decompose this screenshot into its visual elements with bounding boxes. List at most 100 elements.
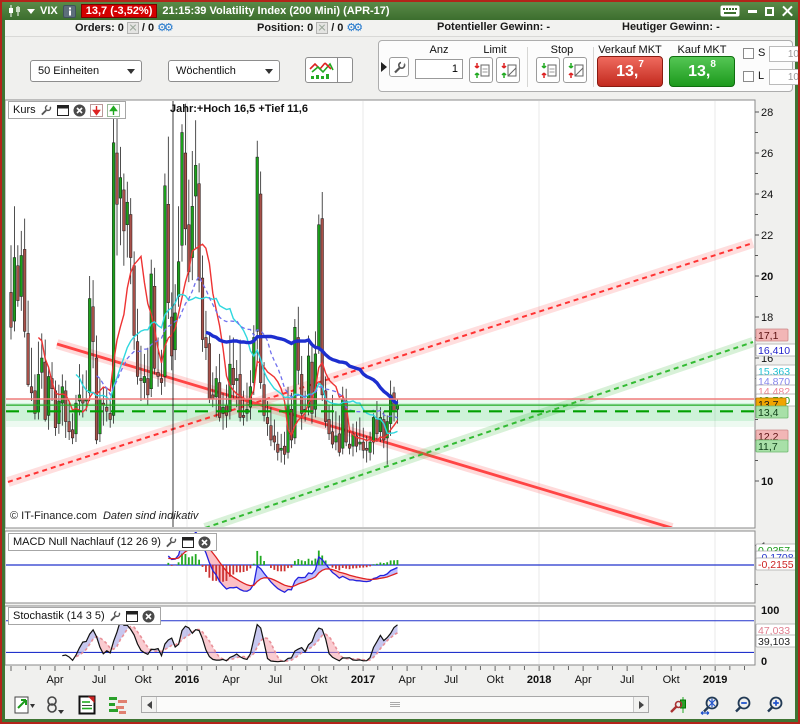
- chart-canvas[interactable]: 2826242220181614121011000AprJulOkt2016Ap…: [5, 97, 795, 690]
- scroll-right-icon[interactable]: [633, 697, 648, 712]
- quantity-input[interactable]: [415, 59, 463, 79]
- buy-market-button[interactable]: 13, 8: [669, 56, 735, 87]
- wrench-icon[interactable]: [164, 535, 178, 549]
- chart-area[interactable]: 2826242220181614121011000AprJulOkt2016Ap…: [5, 97, 795, 690]
- stoch-panel-header: Stochastik (14 3 5): [8, 607, 161, 625]
- svg-text:Apr: Apr: [399, 674, 416, 686]
- buy-arrow-icon[interactable]: [107, 103, 121, 117]
- window-icon[interactable]: [125, 609, 139, 623]
- copyright-notice: © IT-Finance.com Daten sind indikativ: [10, 510, 199, 522]
- wrench-icon[interactable]: [108, 609, 122, 623]
- market-depth-icon[interactable]: [106, 694, 130, 716]
- chart-toolbar: 50 Einheiten Wöchentlich Anz 1 Limit Sto…: [5, 37, 798, 97]
- scroll-left-icon[interactable]: [142, 697, 157, 712]
- order-settings-button[interactable]: [389, 57, 409, 77]
- svg-text:Apr: Apr: [575, 674, 592, 686]
- sell-market-button[interactable]: 13, 7: [597, 56, 663, 87]
- orders-status: Orders: 0 / 0 ⚙⚙: [75, 21, 174, 34]
- orders-cancel-icon[interactable]: [126, 21, 139, 34]
- chart-type-icon[interactable]: [305, 57, 338, 83]
- units-dropdown[interactable]: 50 Einheiten: [30, 60, 142, 82]
- symbol-dropdown-icon[interactable]: [27, 8, 35, 14]
- svg-text:Apr: Apr: [46, 674, 63, 686]
- today-profit: Heutiger Gewinn: -: [622, 21, 720, 33]
- position-settings-icon[interactable]: ⚙⚙: [346, 21, 363, 34]
- limit-value-input[interactable]: [769, 69, 798, 85]
- limit-sell-order-button[interactable]: [469, 57, 493, 83]
- stop-sell-order-button[interactable]: [536, 57, 560, 83]
- svg-text:2017: 2017: [351, 674, 375, 686]
- position-close-icon[interactable]: [316, 21, 329, 34]
- order-entry-panel: Anz Limit Stop Verkauf MKT: [378, 40, 798, 92]
- info-icon[interactable]: [62, 4, 76, 18]
- chevron-down-icon: [127, 68, 135, 74]
- orders-settings-icon[interactable]: ⚙⚙: [157, 21, 174, 34]
- kurs-panel-title: Kurs: [13, 104, 36, 116]
- svg-text:10: 10: [761, 476, 773, 488]
- close-icon[interactable]: [73, 103, 87, 117]
- svg-text:Jul: Jul: [620, 674, 634, 686]
- keyboard-icon[interactable]: [720, 5, 740, 17]
- collapse-panel-icon[interactable]: [381, 62, 387, 72]
- macd-panel-header: MACD Null Nachlauf (12 26 9): [8, 533, 217, 551]
- stop-buy-order-button[interactable]: [563, 57, 587, 83]
- price-badge: 17,1: [755, 328, 789, 342]
- svg-text:Okt: Okt: [487, 674, 504, 686]
- stop-checkbox[interactable]: [743, 48, 754, 59]
- window-icon[interactable]: [181, 535, 195, 549]
- close-icon[interactable]: [198, 535, 212, 549]
- svg-text:24: 24: [761, 189, 773, 201]
- chart-settings-icon[interactable]: [667, 694, 691, 716]
- news-icon[interactable]: [75, 694, 99, 716]
- window-icon[interactable]: [56, 103, 70, 117]
- svg-text:28: 28: [761, 107, 773, 119]
- wrench-icon[interactable]: [39, 103, 53, 117]
- limit-buy-order-button[interactable]: [496, 57, 520, 83]
- chart-type-dropdown-icon[interactable]: [338, 57, 353, 83]
- stop-label: Stop: [550, 44, 574, 56]
- minimize-button[interactable]: [748, 9, 757, 13]
- trading-window: VIX 13,7 (-3,52%) 21:15:39 Volatility In…: [0, 0, 800, 724]
- limit-checkbox[interactable]: [743, 71, 754, 82]
- stop-value-input[interactable]: [769, 46, 798, 62]
- svg-text:Jul: Jul: [92, 674, 106, 686]
- svg-text:39,103: 39,103: [758, 636, 790, 648]
- l-label: L: [758, 70, 765, 82]
- link-icon[interactable]: [44, 694, 68, 716]
- chevron-down-icon: [265, 68, 273, 74]
- export-icon[interactable]: [13, 694, 37, 716]
- position-count: 0: [307, 21, 314, 34]
- zoom-fit-icon[interactable]: [699, 694, 723, 716]
- window-title: 21:15:39 Volatility Index (200 Mini) (AP…: [162, 5, 390, 17]
- close-button[interactable]: [782, 6, 793, 17]
- chart-type-button[interactable]: [305, 57, 353, 83]
- svg-text:17,1: 17,1: [758, 330, 779, 342]
- quantity-label: Anz: [429, 44, 449, 56]
- candlestick-icon: [9, 5, 20, 17]
- svg-text:Okt: Okt: [134, 674, 151, 686]
- price-badge: 39,103: [755, 634, 795, 648]
- sell-arrow-icon[interactable]: [90, 103, 104, 117]
- sell-mkt-label: Verkauf MKT: [598, 44, 662, 56]
- close-icon[interactable]: [142, 609, 156, 623]
- chart-scrollbar[interactable]: [141, 696, 649, 713]
- zoom-out-icon[interactable]: [731, 694, 755, 716]
- period-dropdown[interactable]: Wöchentlich: [168, 60, 280, 82]
- svg-text:0: 0: [761, 656, 767, 668]
- price-badge: 11,7: [755, 439, 789, 453]
- s-label: S: [758, 47, 766, 59]
- scrollbar-thumb[interactable]: [157, 697, 633, 712]
- svg-text:2019: 2019: [703, 674, 727, 686]
- position-label: Position:: [257, 21, 305, 34]
- maximize-button[interactable]: [765, 6, 774, 16]
- svg-text:13,4: 13,4: [758, 407, 779, 419]
- orders-count: 0: [117, 21, 124, 34]
- title-bar[interactable]: VIX 13,7 (-3,52%) 21:15:39 Volatility In…: [2, 2, 798, 20]
- zoom-in-icon[interactable]: [763, 694, 787, 716]
- svg-text:-0,2155: -0,2155: [758, 559, 794, 571]
- price-change-badge: 13,7 (-3,52%): [80, 4, 158, 18]
- stats-bar: Orders: 0 / 0 ⚙⚙ Position: 0 / 0 ⚙⚙ Pote…: [5, 20, 795, 37]
- svg-text:Apr: Apr: [222, 674, 239, 686]
- kurs-panel-header: Kurs: [8, 101, 126, 119]
- potential-profit: Potentieller Gewinn: -: [437, 21, 551, 33]
